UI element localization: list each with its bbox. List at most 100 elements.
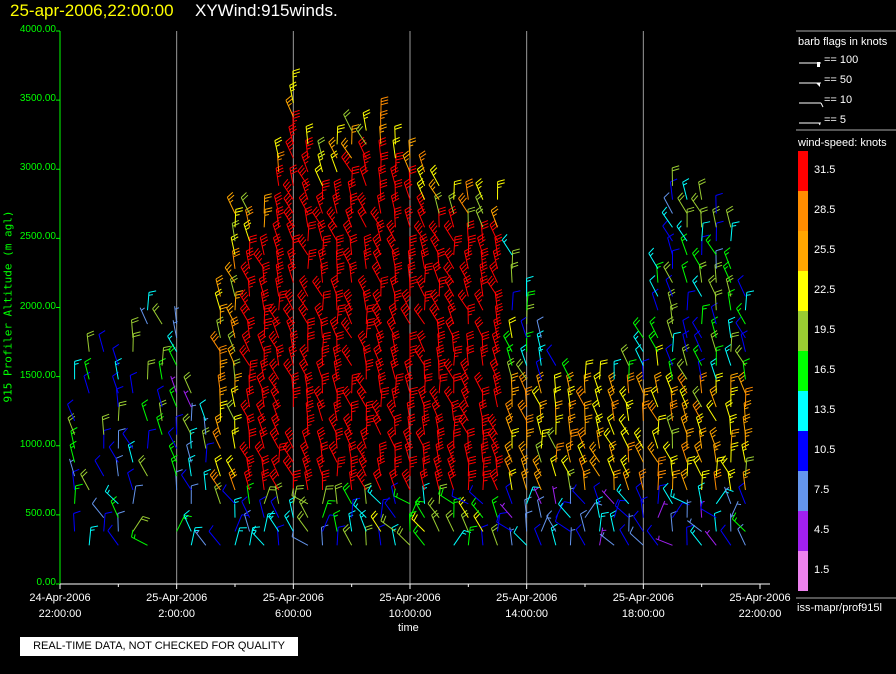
barb-half-feather — [597, 434, 602, 438]
barb-feather — [363, 233, 372, 238]
barb-feather — [296, 485, 305, 487]
wind-barb — [620, 344, 630, 366]
barb-feather — [334, 402, 342, 407]
wind-barb — [666, 316, 675, 339]
barb-half-feather — [493, 478, 498, 483]
barb-staff — [629, 532, 644, 546]
wind-speed-title: wind-speed: knots — [798, 137, 887, 149]
barb-feather — [264, 196, 272, 199]
wind-barb — [320, 524, 329, 546]
barb-half-feather — [287, 188, 292, 193]
barb-feather — [731, 334, 739, 338]
barb-feather — [520, 343, 527, 349]
wind-barb — [152, 303, 163, 325]
barb-half-feather — [70, 459, 75, 463]
barb-feather — [323, 235, 332, 238]
barb-feather — [470, 525, 478, 528]
wind-barb — [268, 372, 280, 394]
barb-feather — [293, 392, 301, 396]
barb-half-feather — [85, 362, 90, 366]
wind-barb — [582, 468, 591, 491]
wind-barb — [690, 524, 703, 546]
wind-barb — [714, 289, 723, 311]
barb-half-feather — [351, 130, 357, 133]
barb-feather — [466, 184, 474, 189]
barb-feather — [497, 179, 505, 183]
barb-half-feather — [245, 227, 250, 231]
barb-feather — [262, 261, 270, 266]
wind-barb — [497, 179, 505, 200]
barb-feather — [275, 278, 283, 283]
barb-feather — [246, 211, 254, 217]
barb-half-feather — [681, 238, 686, 242]
wind-barb — [417, 205, 427, 228]
barb-feather — [91, 497, 97, 505]
wind-barb — [246, 316, 256, 338]
barb-half-feather — [235, 297, 240, 299]
barb-feather — [349, 184, 357, 189]
barb-half-feather — [609, 393, 614, 397]
wind-barb — [430, 233, 440, 256]
barb-feather — [394, 444, 402, 448]
barb-half-feather — [434, 299, 439, 303]
barb-feather — [276, 267, 284, 272]
wind-barb — [215, 274, 224, 297]
barb-feather — [482, 336, 490, 341]
barb-feather — [483, 469, 492, 473]
barb-feather — [820, 102, 824, 108]
barb-feather — [613, 358, 622, 362]
wind-barb — [444, 289, 455, 311]
barb-feather — [743, 471, 751, 476]
color-bin — [798, 351, 808, 391]
barb-half-feather — [507, 406, 512, 411]
barb-feather — [248, 275, 256, 279]
barb-feather — [377, 336, 385, 341]
barb-feather — [732, 428, 740, 432]
barb-half-feather — [170, 445, 175, 450]
barb-feather — [218, 375, 226, 379]
barb-half-feather — [308, 258, 313, 261]
barb-half-feather — [496, 299, 501, 302]
wind-barb — [226, 192, 236, 214]
wind-barb — [321, 372, 330, 394]
barb-feather — [349, 471, 357, 476]
barb-feather — [290, 170, 298, 175]
barb-staff — [112, 376, 119, 394]
barb-feather — [338, 304, 346, 307]
barb-flags-title: barb flags in knots — [798, 36, 888, 48]
barb-half-feather — [678, 225, 682, 230]
barb-feather — [633, 330, 639, 337]
wind-barb — [409, 275, 417, 297]
wind-barb — [687, 518, 702, 532]
barb-half-feather — [376, 299, 381, 303]
barb-feather — [322, 182, 330, 186]
barb-feather — [586, 359, 594, 362]
wind-barb — [601, 489, 615, 505]
x-tick-date: 25-Apr-2006 — [379, 592, 441, 604]
barb-feather — [217, 372, 225, 376]
wind-barb — [249, 526, 261, 546]
barb-feather — [264, 210, 273, 213]
barb-feather — [352, 124, 360, 127]
barb-feather — [409, 331, 417, 335]
wind-barb — [156, 385, 164, 408]
wind-barb — [700, 501, 717, 519]
barb-half-feather — [711, 434, 716, 438]
barb-feather — [546, 510, 553, 517]
barb-staff — [670, 513, 673, 532]
y-tick-label: 1000.00 — [19, 438, 56, 450]
barb-feather — [499, 512, 508, 515]
wind-barb — [473, 510, 484, 532]
wind-barb — [538, 344, 546, 366]
barb-feather — [700, 209, 708, 213]
x-tick-label: 25-Apr-2006 6:00:00 — [248, 590, 338, 622]
barb-feather — [467, 309, 476, 313]
wind-barb — [540, 514, 552, 532]
barb-feather — [409, 240, 417, 244]
barb-feather — [381, 99, 389, 103]
barb-feather — [335, 427, 343, 432]
wind-barb — [393, 206, 402, 228]
barb-feather — [726, 402, 733, 407]
barb-feather — [398, 528, 404, 536]
barb-feather — [716, 220, 724, 224]
